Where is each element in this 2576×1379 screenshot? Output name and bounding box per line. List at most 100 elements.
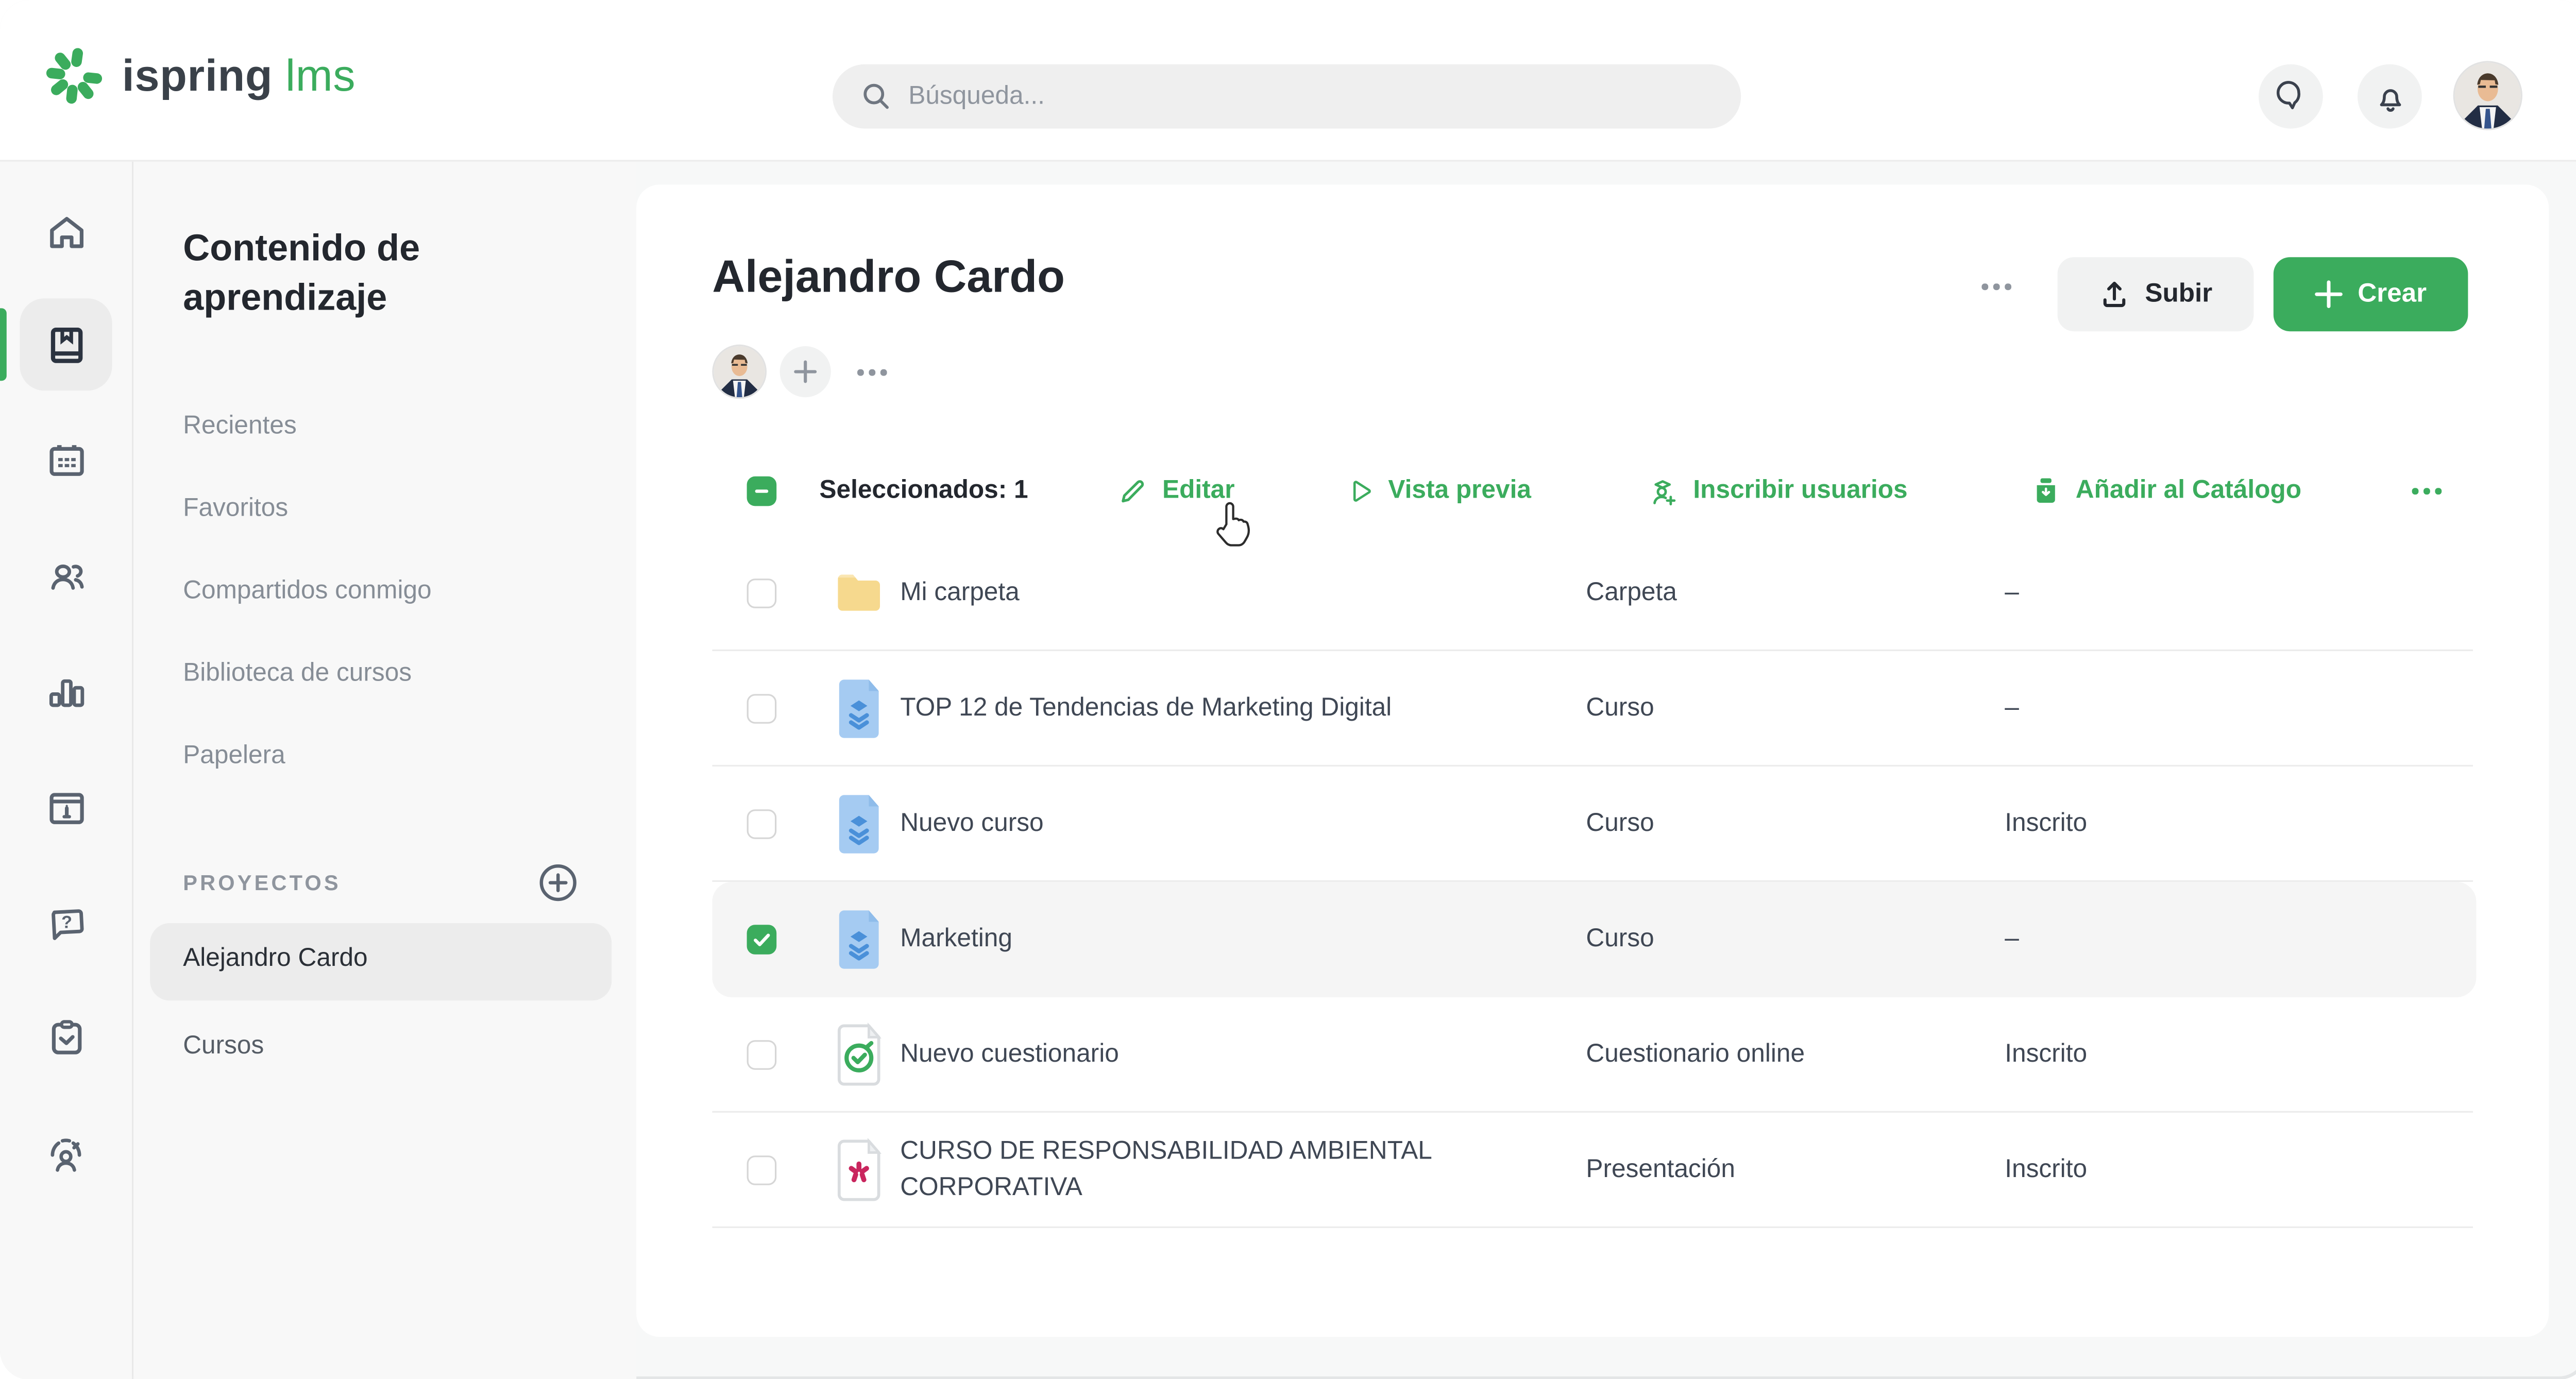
catalog-box-icon bbox=[2029, 475, 2062, 508]
sidebar-item-assignments[interactable] bbox=[23, 994, 109, 1080]
sidebar-item-biblioteca[interactable]: Biblioteca de cursos bbox=[183, 659, 412, 695]
item-name[interactable]: Marketing bbox=[900, 882, 1546, 997]
sidebar-item-users[interactable] bbox=[23, 533, 109, 618]
search-input[interactable]: Búsqueda... bbox=[833, 64, 1741, 129]
item-name[interactable]: CURSO DE RESPONSABILIDAD AMBIENTAL CORPO… bbox=[900, 1113, 1546, 1228]
item-type: Curso bbox=[1586, 651, 1981, 767]
item-status: – bbox=[2005, 651, 2334, 767]
bar-chart-icon bbox=[44, 669, 88, 713]
sidebar-item-webinars[interactable] bbox=[23, 1111, 109, 1197]
indeterminate-checkbox[interactable] bbox=[747, 476, 777, 506]
webinar-person-icon bbox=[43, 1131, 89, 1177]
nav-rail: ? bbox=[0, 162, 133, 1379]
play-icon bbox=[1345, 476, 1375, 506]
pencil-icon bbox=[1116, 475, 1149, 508]
ispring-logo-mark bbox=[41, 43, 107, 109]
course-file-icon bbox=[829, 905, 889, 974]
add-project-button[interactable] bbox=[536, 860, 580, 905]
ellipsis-icon bbox=[2412, 488, 2442, 495]
action-enroll-users[interactable]: Inscribir usuarios bbox=[1646, 468, 1908, 515]
book-icon bbox=[44, 322, 88, 367]
row-checkbox[interactable] bbox=[747, 809, 777, 839]
enroll-user-icon bbox=[1646, 474, 1680, 508]
item-status: – bbox=[2005, 882, 2334, 997]
select-all-checkbox[interactable] bbox=[747, 468, 777, 515]
presentation-file-icon bbox=[829, 1136, 889, 1205]
question-bubble-icon: ? bbox=[44, 901, 88, 945]
table-row[interactable]: TOP 12 de Tendencias de Marketing Digita… bbox=[636, 651, 2549, 767]
item-status: Inscrito bbox=[2005, 767, 2334, 882]
quiz-file-icon bbox=[829, 1020, 889, 1089]
folder-icon bbox=[829, 559, 889, 628]
sidebar-item-help[interactable]: ? bbox=[23, 880, 109, 966]
row-checkbox[interactable] bbox=[747, 1155, 777, 1185]
item-status: – bbox=[2005, 536, 2334, 651]
item-type: Cuestionario online bbox=[1586, 997, 1981, 1113]
ispring-logo-text: ispring lms bbox=[122, 50, 355, 101]
create-button[interactable]: Crear bbox=[2274, 257, 2468, 331]
table-row[interactable]: Mi carpeta Carpeta – bbox=[636, 536, 2549, 651]
info-window-icon bbox=[44, 786, 88, 830]
sidebar-item-learning-content[interactable] bbox=[20, 298, 112, 390]
table-row[interactable]: Nuevo curso Curso Inscrito bbox=[636, 767, 2549, 882]
calendar-icon bbox=[44, 438, 88, 482]
project-owner-avatar[interactable] bbox=[714, 346, 765, 397]
toolbar-more-button[interactable] bbox=[2412, 468, 2442, 515]
chat-button[interactable] bbox=[2259, 64, 2323, 129]
add-member-button[interactable] bbox=[780, 346, 831, 397]
table-row[interactable]: Nuevo cuestionario Cuestionario online I… bbox=[636, 997, 2549, 1113]
sidebar-item-favoritos[interactable]: Favoritos bbox=[183, 495, 288, 531]
profile-avatar[interactable] bbox=[2455, 63, 2521, 129]
sidebar-item-compartidos[interactable]: Compartidos conmigo bbox=[183, 577, 431, 613]
item-type: Curso bbox=[1586, 767, 1981, 882]
active-indicator bbox=[0, 308, 7, 381]
selected-project-label: Alejandro Cardo bbox=[183, 945, 367, 975]
members-more-button[interactable] bbox=[857, 369, 887, 376]
course-file-icon bbox=[829, 674, 889, 743]
sidebar-item-project-cursos[interactable]: Cursos bbox=[183, 1032, 264, 1068]
item-type: Presentación bbox=[1586, 1113, 1981, 1228]
sidebar-item-papelera[interactable]: Papelera bbox=[183, 742, 285, 778]
chat-icon bbox=[2273, 78, 2309, 114]
ispring-logo[interactable]: ispring lms bbox=[41, 43, 355, 109]
users-icon bbox=[44, 553, 88, 598]
plus-icon bbox=[2315, 280, 2343, 308]
page-more-button[interactable] bbox=[1981, 283, 2011, 290]
upload-icon bbox=[2099, 279, 2130, 310]
sidebar-item-calendar[interactable] bbox=[23, 417, 109, 503]
item-type: Curso bbox=[1586, 882, 1981, 997]
row-checkbox[interactable] bbox=[747, 694, 777, 724]
sidebar-title: Contenido de aprendizaje bbox=[183, 224, 595, 323]
item-name[interactable]: Nuevo cuestionario bbox=[900, 997, 1546, 1113]
plus-circle-icon bbox=[536, 860, 580, 905]
home-icon bbox=[44, 210, 88, 254]
check-icon bbox=[752, 930, 771, 949]
main-content-card: Alejandro Cardo bbox=[636, 184, 2549, 1337]
avatar-photo-small bbox=[714, 346, 765, 397]
clipboard-check-icon bbox=[44, 1015, 88, 1059]
upload-button[interactable]: Subir bbox=[2058, 257, 2254, 331]
table-row-selected[interactable]: Marketing Curso – bbox=[636, 882, 2549, 997]
sidebar-item-reports[interactable] bbox=[23, 648, 109, 734]
item-status: Inscrito bbox=[2005, 1113, 2334, 1228]
app-window: ispring lms Búsqueda... bbox=[0, 0, 2576, 1379]
selection-count: Seleccionados: 1 bbox=[819, 468, 1028, 515]
notifications-button[interactable] bbox=[2358, 64, 2422, 129]
sidebar-item-home[interactable] bbox=[23, 190, 109, 275]
mouse-cursor-hand bbox=[1209, 498, 1258, 554]
sidebar-item-recientes[interactable]: Recientes bbox=[183, 412, 297, 448]
sidebar-item-project-alejandro[interactable]: Alejandro Cardo bbox=[150, 923, 612, 1000]
row-checkbox[interactable] bbox=[747, 578, 777, 608]
row-checkbox[interactable] bbox=[747, 1040, 777, 1070]
item-name[interactable]: Nuevo curso bbox=[900, 767, 1546, 882]
table-row[interactable]: CURSO DE RESPONSABILIDAD AMBIENTAL CORPO… bbox=[636, 1113, 2549, 1228]
action-preview[interactable]: Vista previa bbox=[1345, 468, 1531, 515]
sidebar-item-info-portal[interactable] bbox=[23, 765, 109, 850]
item-name[interactable]: TOP 12 de Tendencias de Marketing Digita… bbox=[900, 651, 1546, 767]
search-icon bbox=[860, 81, 892, 112]
course-file-icon bbox=[829, 790, 889, 859]
row-checkbox-checked[interactable] bbox=[747, 925, 777, 955]
upload-button-label: Subir bbox=[2145, 279, 2212, 309]
action-add-to-catalog[interactable]: Añadir al Catálogo bbox=[2029, 468, 2301, 515]
bell-icon bbox=[2371, 78, 2408, 114]
